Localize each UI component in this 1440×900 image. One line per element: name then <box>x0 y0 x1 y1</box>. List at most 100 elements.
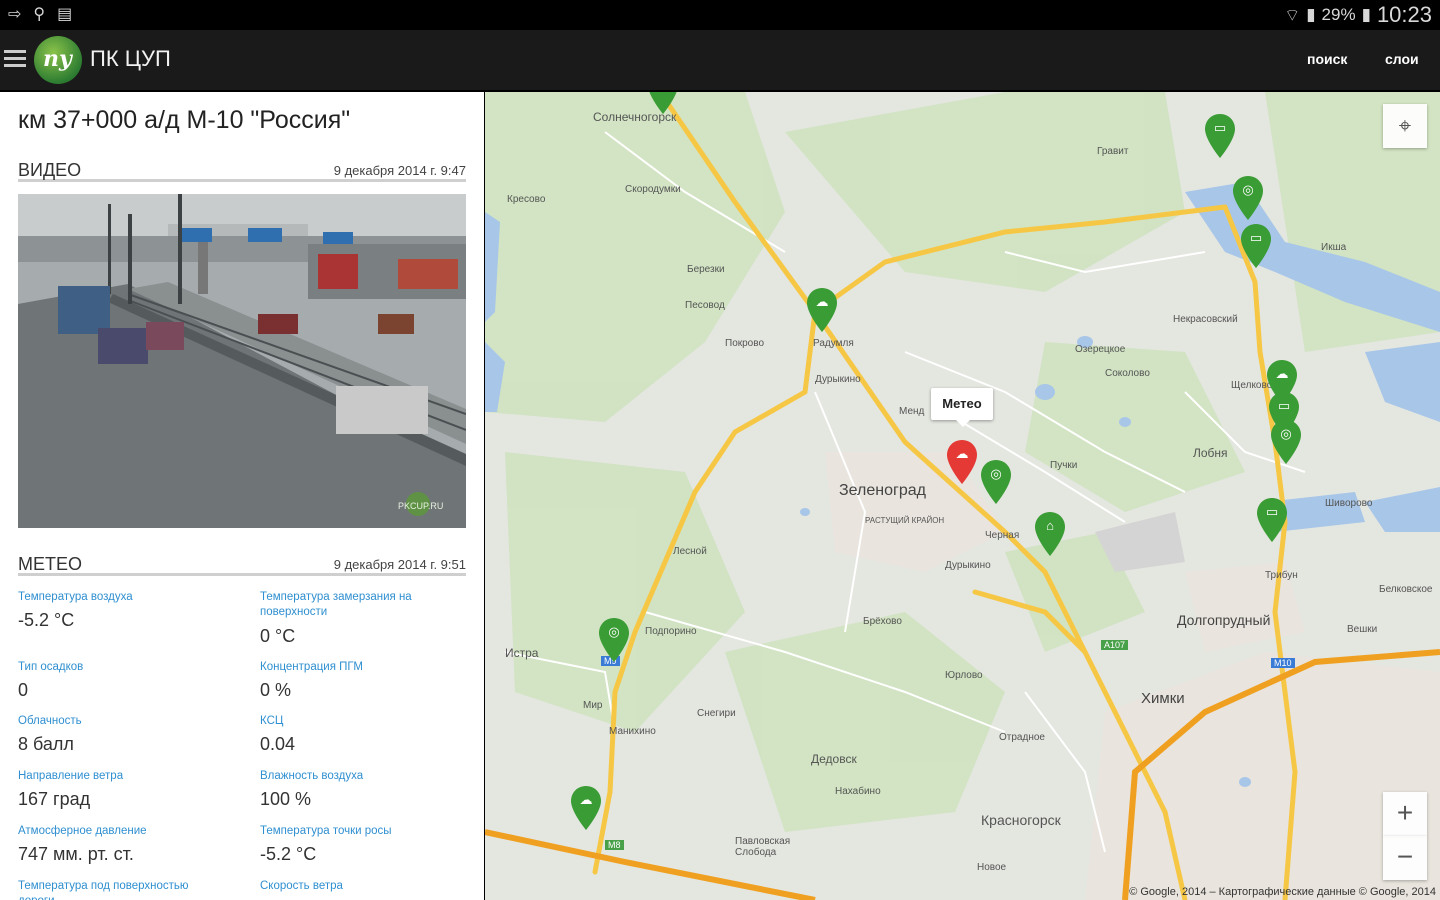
map-label: Икша <box>1321 242 1347 253</box>
meteo-section-header: МЕТЕО 9 декабря 2014 г. 9:51 <box>18 554 466 576</box>
meteo-header: МЕТЕО <box>18 554 83 574</box>
map-label: Долгопрудный <box>1177 612 1271 628</box>
map-label: Зеленоград <box>839 482 926 499</box>
meteo-pin[interactable]: ◎ <box>1269 418 1303 466</box>
meteo-pin[interactable]: ◎ <box>1231 174 1265 222</box>
meteo-label: Облачность <box>18 715 82 727</box>
home-pin[interactable]: ⌂ <box>1033 510 1067 558</box>
meteo-value: -5.2 °C <box>18 610 75 630</box>
camera-pin[interactable]: ▭ <box>1203 112 1237 160</box>
map-copyright: © Google, 2014 – Картографические данные… <box>1129 886 1436 898</box>
meteo-label: Скорость ветра <box>260 880 343 892</box>
meteo-pin[interactable]: ◎ <box>597 616 631 664</box>
map-label: Дурыкино <box>815 374 861 385</box>
map-label: РАСТУЩИЙ КРАЙОН <box>865 516 945 525</box>
layers-button[interactable]: слои <box>1385 51 1419 67</box>
cloud-icon: ☁ <box>579 792 593 807</box>
meteo-date: 9 декабря 2014 г. 9:51 <box>333 557 466 572</box>
map-label: Подпорино <box>645 626 697 637</box>
map-label: Песовод <box>685 300 725 311</box>
weather-pin[interactable]: ☁ <box>805 286 839 334</box>
meteo-pin[interactable]: ◎ <box>646 92 680 116</box>
road-shield: M10 <box>1271 658 1295 668</box>
map-label: Брёхово <box>863 616 902 627</box>
map-label: Дедовск <box>811 752 857 766</box>
map-label: Белковское <box>1379 584 1433 595</box>
document-icon: ▤ <box>57 6 73 23</box>
status-bar: ⇨ ⚲ ▤ ⌔ ▮ 29% ▮ 10:23 <box>0 0 1440 30</box>
notification-icons: ⇨ ⚲ ▤ <box>8 4 72 24</box>
map-label: Лесной <box>673 546 707 557</box>
cloud-icon: ☁ <box>1275 366 1289 381</box>
map-label: Лобня <box>1193 446 1228 460</box>
map-label: Кресово <box>507 194 546 205</box>
crosshair-icon: ⌖ <box>1398 113 1412 138</box>
map-label: Черная <box>985 530 1020 541</box>
meteo-value: 0 % <box>260 680 292 700</box>
camera-icon: ▭ <box>1277 398 1291 413</box>
map-label: Радумля <box>813 338 854 349</box>
map-label: Манихино <box>609 726 656 737</box>
zoom-out-button[interactable]: − <box>1383 836 1427 880</box>
camera-icon: ▭ <box>1265 504 1279 519</box>
map-label: Новое <box>977 862 1007 873</box>
meteo-value: 0 <box>18 680 29 700</box>
map-view[interactable]: Солнечногорск Скородумки Кресово Гравит … <box>485 92 1440 900</box>
my-location-button[interactable]: ⌖ <box>1383 104 1427 148</box>
map-label: Некрасовский <box>1173 314 1238 325</box>
map-label: Березки <box>687 264 725 275</box>
meteo-label: Температура точки росы <box>260 825 392 837</box>
meteo-label: Температура воздуха <box>18 591 133 603</box>
meteo-value: 8 балл <box>18 734 74 754</box>
map-label: Гравит <box>1097 146 1129 157</box>
selected-pin[interactable]: ☁ <box>945 438 979 486</box>
clock: 10:23 <box>1376 2 1432 27</box>
map-label: Озерецкое <box>1075 344 1126 355</box>
map-label: Соколово <box>1105 368 1150 379</box>
battery-percent: 29% <box>1321 5 1356 24</box>
wifi-icon: ⌔ <box>1284 5 1301 25</box>
camera-snapshot[interactable]: PKCUP.RU <box>18 194 466 528</box>
camera-watermark: PKCUP.RU <box>398 501 443 511</box>
map-label: Юрлово <box>945 670 983 681</box>
map-label: Покрово <box>725 338 765 349</box>
place-title: км 37+000 а/д М-10 "Россия" <box>18 106 351 134</box>
meteo-value: 0.04 <box>260 734 296 754</box>
map-label: Дурыкино <box>945 560 991 571</box>
meteo-icon: ◎ <box>990 466 1002 481</box>
app-logo[interactable]: ny <box>34 36 82 84</box>
camera-pin[interactable]: ▭ <box>1239 222 1273 270</box>
camera-pin[interactable]: ▭ <box>1255 496 1289 544</box>
map-label: Менд <box>899 406 925 417</box>
pin-tooltip[interactable]: Метео <box>931 388 993 427</box>
app-title: ПК ЦУП <box>90 46 171 71</box>
signal-icon: ▮ <box>1306 5 1316 24</box>
camera-icon: ▭ <box>1249 230 1263 245</box>
meteo-label: КСЦ <box>260 715 284 727</box>
map-canvas <box>485 92 1440 900</box>
map-label: Снегири <box>697 708 736 719</box>
weather-pin[interactable]: ☁ <box>569 784 603 832</box>
map-label: Шиворово <box>1325 498 1373 509</box>
meteo-pin[interactable]: ◎ <box>979 458 1013 506</box>
map-label: Пучки <box>1050 460 1078 471</box>
map-label: Истра <box>505 646 539 660</box>
meteo-icon: ◎ <box>1280 426 1292 441</box>
map-label: Скородумки <box>625 184 681 195</box>
meteo-value: 100 % <box>260 789 312 809</box>
menu-icon[interactable] <box>4 50 26 68</box>
road-shield: M8 <box>605 840 624 850</box>
video-section-header: ВИДЕО 9 декабря 2014 г. 9:47 <box>18 160 466 182</box>
cloud-icon: ☁ <box>815 294 829 309</box>
zoom-in-button[interactable]: + <box>1383 792 1427 836</box>
meteo-label: Атмосферное давление <box>18 825 147 837</box>
search-button[interactable]: поиск <box>1307 51 1347 67</box>
meteo-value: 0 °C <box>260 626 296 646</box>
meteo-value: 167 град <box>18 789 91 809</box>
video-date: 9 декабря 2014 г. 9:47 <box>333 163 466 178</box>
action-bar: ny ПК ЦУП поиск слои <box>0 30 1440 90</box>
meteo-label: Направление ветра <box>18 770 124 782</box>
meteo-label: Влажность воздуха <box>260 770 364 782</box>
cast-icon: ⇨ <box>8 6 22 23</box>
meteo-icon: ◎ <box>608 624 620 639</box>
